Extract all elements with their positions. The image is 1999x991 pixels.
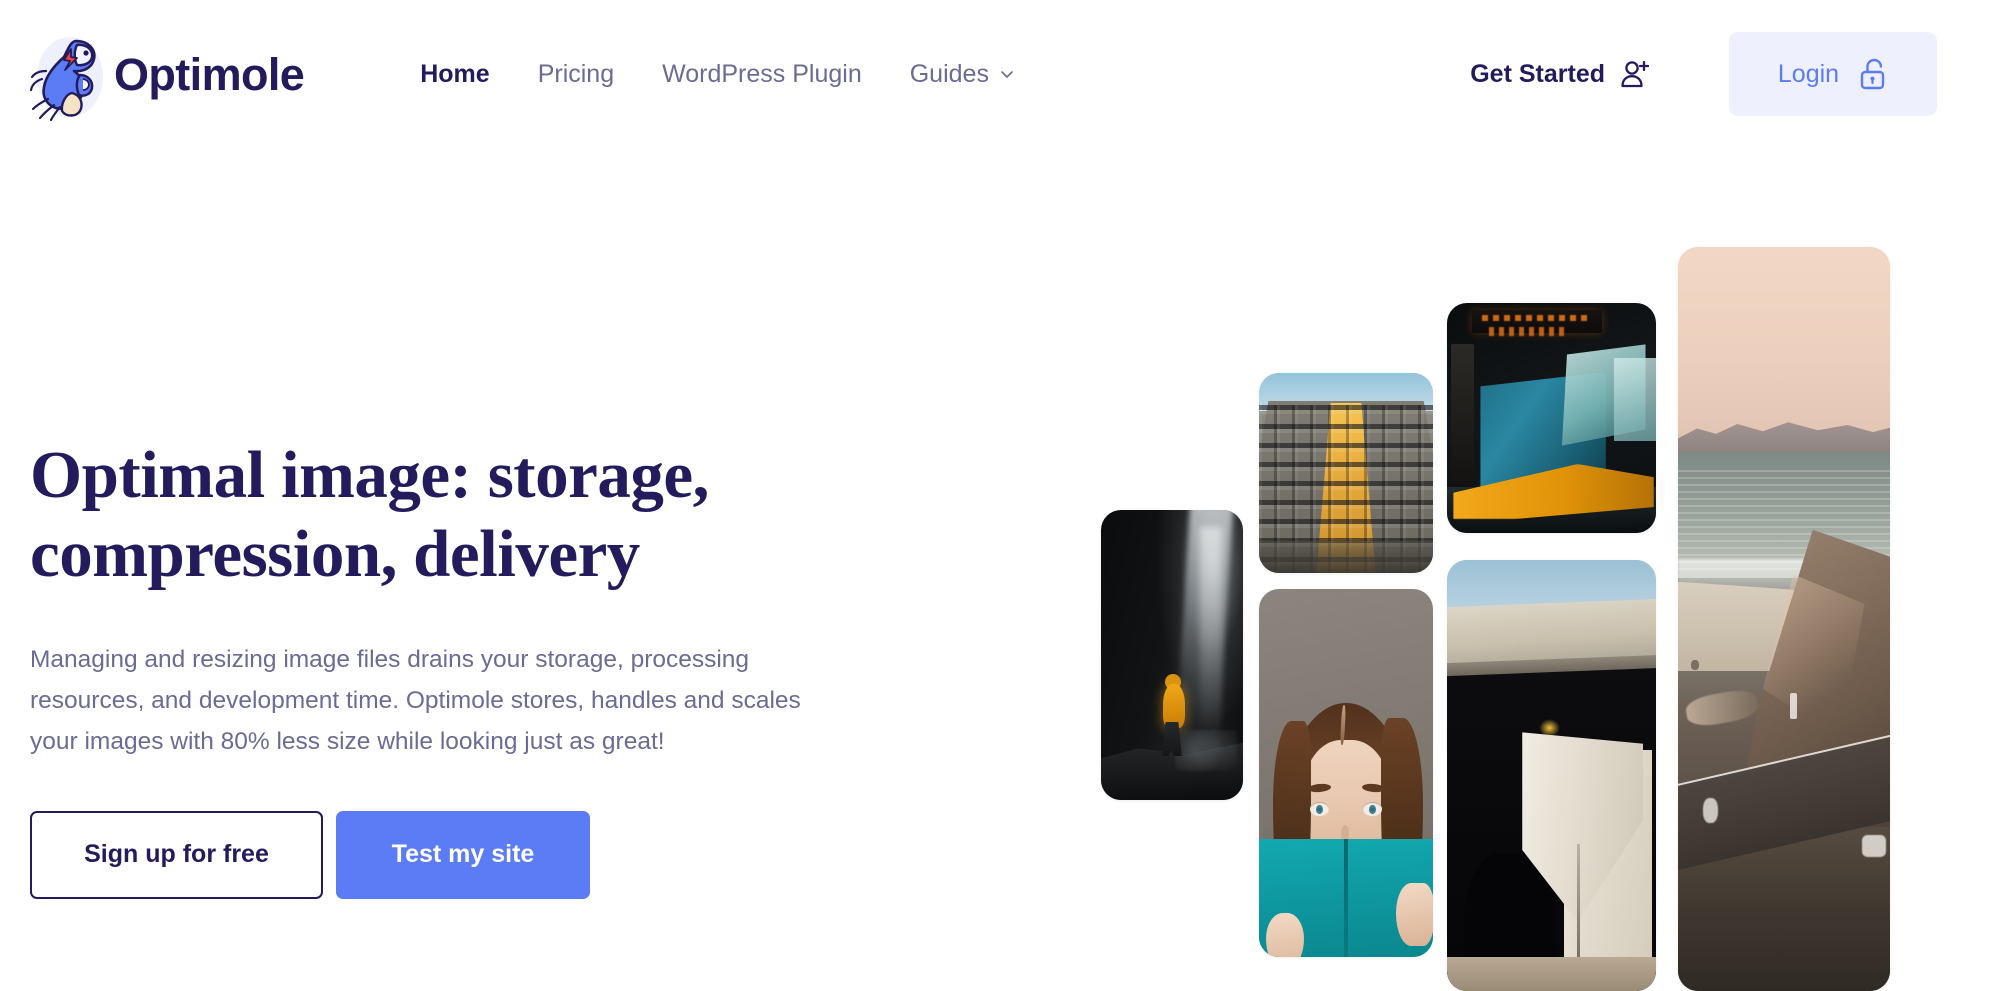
coastal-beach-artwork bbox=[1678, 247, 1890, 991]
collage-image-train-station-platform[interactable] bbox=[1447, 303, 1656, 533]
nav-item-guides[interactable]: Guides bbox=[886, 59, 1039, 88]
nav-item-guides-label: Guides bbox=[909, 59, 989, 88]
nav-item-wordpress-plugin[interactable]: WordPress Plugin bbox=[638, 61, 886, 87]
collage-image-coastal-beach-sunset[interactable] bbox=[1678, 247, 1890, 991]
bridge-underpass-artwork bbox=[1447, 560, 1656, 991]
brand-name: Optimole bbox=[114, 48, 305, 100]
hero-content: Optimal image: storage, compression, del… bbox=[30, 436, 880, 899]
login-label: Login bbox=[1777, 59, 1840, 88]
mole-mascot-logo-icon bbox=[30, 25, 108, 123]
collage-image-woman-with-teal-book[interactable] bbox=[1259, 589, 1433, 957]
chevron-down-icon bbox=[999, 66, 1015, 82]
collage-image-waterfall-cave-hiker[interactable] bbox=[1101, 510, 1243, 800]
site-header: Optimole Home Pricing WordPress Plugin G… bbox=[0, 0, 1999, 148]
test-my-site-button[interactable]: Test my site bbox=[336, 810, 590, 899]
unlocked-padlock-icon bbox=[1857, 57, 1888, 91]
get-started-link[interactable]: Get Started bbox=[1470, 57, 1652, 91]
brand-logo-link[interactable]: Optimole bbox=[30, 25, 305, 123]
nav-item-home[interactable]: Home bbox=[396, 61, 513, 87]
collage-image-concrete-bridge-underpass[interactable] bbox=[1447, 560, 1656, 991]
building-facade-artwork bbox=[1259, 373, 1433, 573]
nav-item-pricing[interactable]: Pricing bbox=[514, 61, 638, 87]
main-navigation: Home Pricing WordPress Plugin Guides bbox=[396, 59, 1039, 88]
collage-image-building-upward-perspective[interactable] bbox=[1259, 373, 1433, 573]
headline-line-1: Optimal image: storage, bbox=[30, 438, 709, 512]
get-started-label: Get Started bbox=[1470, 59, 1605, 88]
page-title: Optimal image: storage, compression, del… bbox=[30, 436, 880, 594]
hero-cta-group: Sign up for free Test my site bbox=[30, 810, 880, 899]
user-plus-icon bbox=[1618, 57, 1652, 91]
woman-portrait-artwork bbox=[1259, 589, 1433, 957]
headline-line-2: compression, delivery bbox=[30, 517, 640, 592]
train-station-artwork bbox=[1447, 303, 1656, 533]
sign-up-for-free-button[interactable]: Sign up for free bbox=[30, 810, 323, 899]
hero-description: Managing and resizing image files drains… bbox=[30, 646, 801, 755]
header-actions: Get Started Login bbox=[1470, 32, 1999, 116]
waterfall-cave-artwork bbox=[1101, 510, 1243, 800]
landing-page: Optimole Home Pricing WordPress Plugin G… bbox=[0, 0, 1999, 991]
login-button[interactable]: Login bbox=[1729, 32, 1937, 116]
